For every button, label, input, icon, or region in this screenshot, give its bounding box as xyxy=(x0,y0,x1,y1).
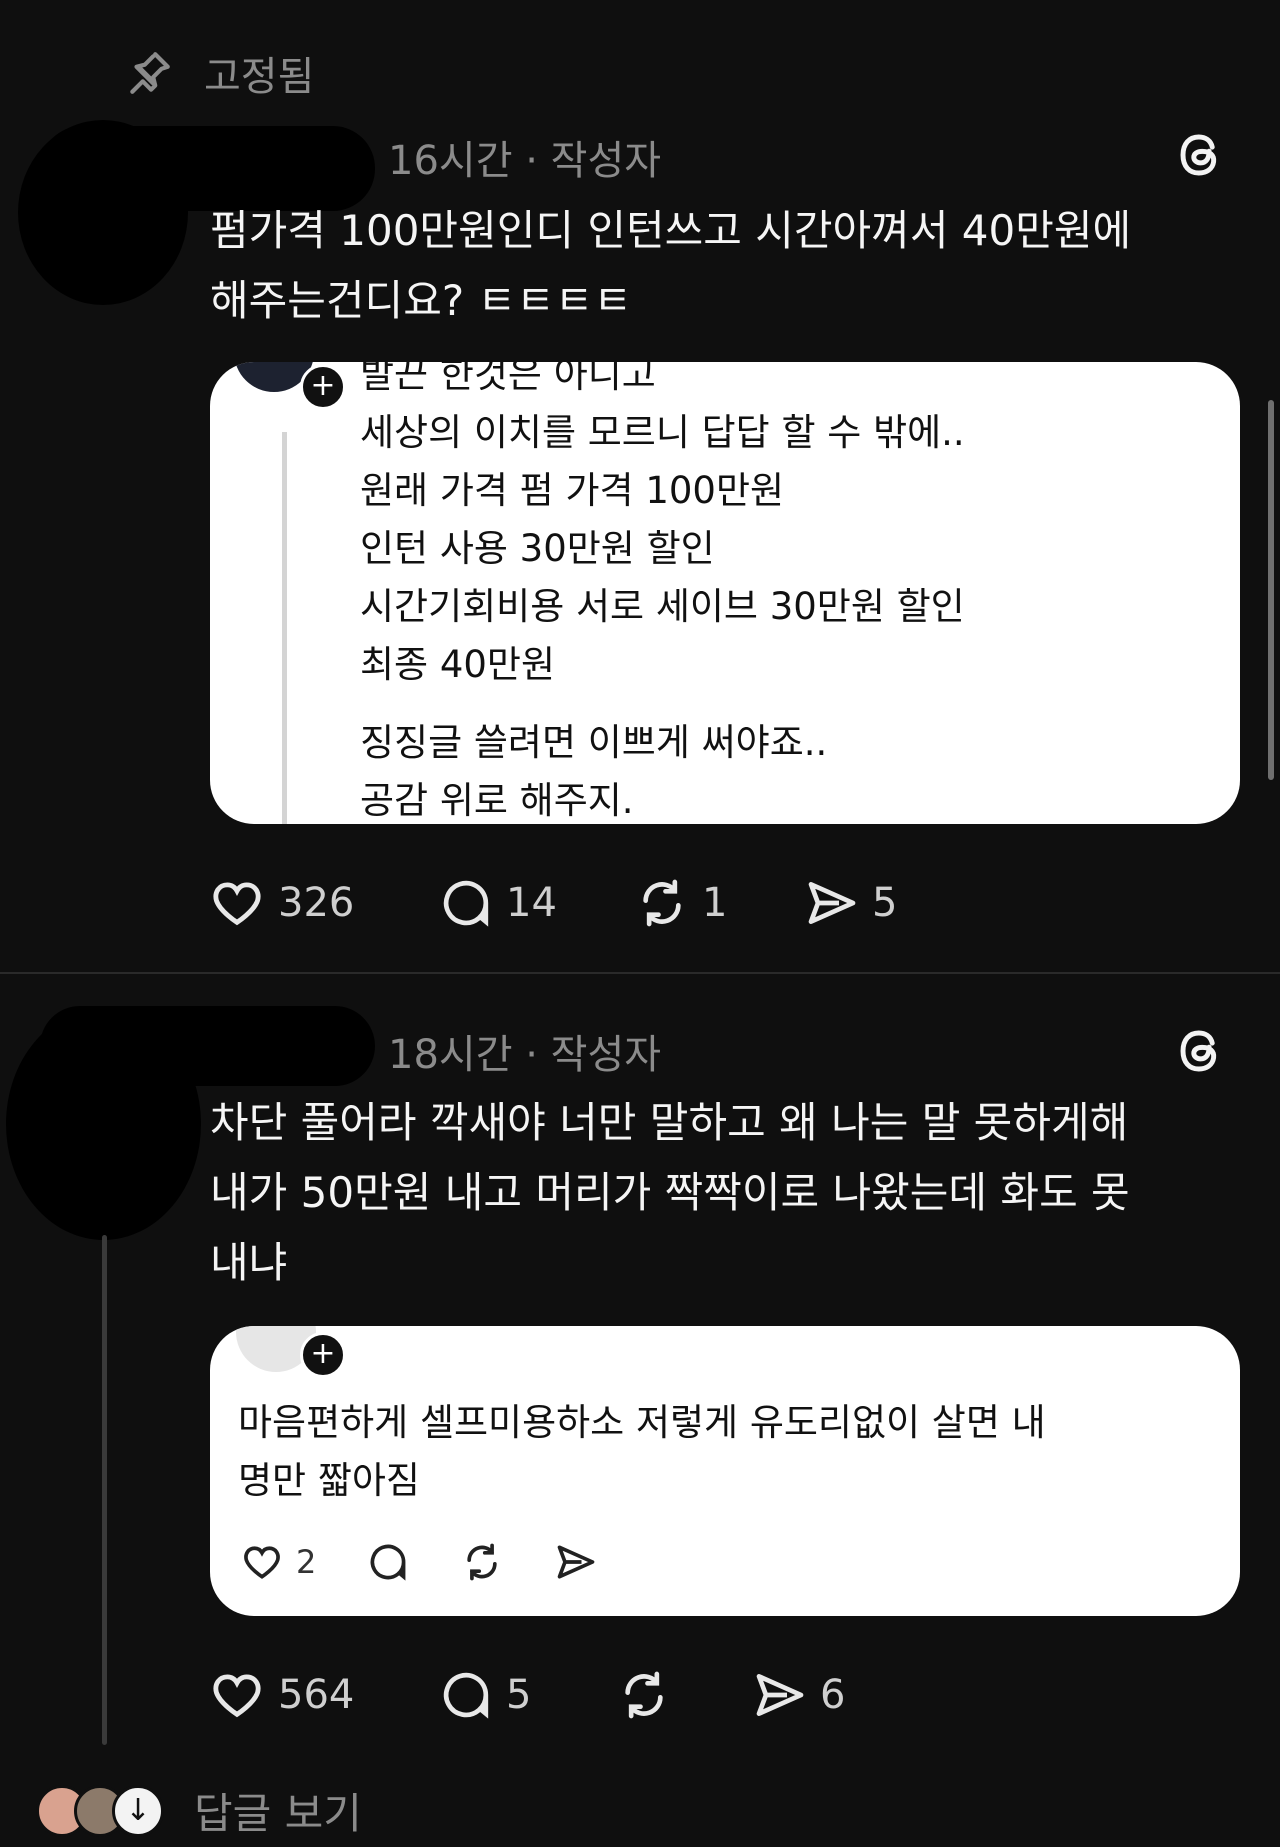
post-line: 내냐 xyxy=(210,1238,288,1287)
post-actions: 564 5 6 xyxy=(208,1666,845,1724)
comment-icon xyxy=(370,1544,406,1581)
quoted-screenshot[interactable]: + 발끈 한것은 아니고 세상의 이치를 모르니 답답 할 수 밖에.. 원래 … xyxy=(210,362,1240,824)
quote-partial-line: 발끈 한것은 아니고 xyxy=(360,362,656,396)
share-icon xyxy=(756,1674,804,1716)
post-body: 펌가격 100만원인디 인턴쓰고 시간아껴서 40만원에 해주는건디요? ㅌㅌㅌ… xyxy=(210,196,1220,336)
quote-like: 2 xyxy=(240,1540,316,1584)
heart-icon xyxy=(244,1546,280,1579)
heart-icon xyxy=(213,882,261,926)
view-replies-label[interactable]: 답글 보기 xyxy=(194,1780,362,1841)
repost-icon xyxy=(625,1671,663,1719)
arrow-down-icon: ↓ xyxy=(112,1784,164,1837)
quote-text: 마음편하게 셀프미용하소 저렇게 유도리없이 살면 내 명만 짧아짐 xyxy=(238,1394,1046,1510)
thread-line xyxy=(102,1235,107,1745)
reply-button[interactable]: 14 xyxy=(438,875,634,931)
heart-icon xyxy=(213,1674,261,1718)
share-count: 6 xyxy=(820,1672,846,1718)
quote-line: 징징글 쓸려면 이쁘게 써야죠.. xyxy=(360,721,828,764)
post-divider xyxy=(0,972,1280,974)
reply-button[interactable]: 5 xyxy=(438,1667,616,1723)
like-count: 326 xyxy=(278,880,355,926)
post-meta: 18시간 · 작성자 xyxy=(388,1032,662,1078)
quote-line: 마음편하게 셀프미용하소 저렇게 유도리없이 살면 내 xyxy=(238,1401,1046,1444)
quote-line: 시간기회비용 서로 세이브 30만원 할인 xyxy=(360,585,965,628)
reply-count: 14 xyxy=(506,880,557,926)
repost-icon xyxy=(643,879,681,927)
comment-icon xyxy=(443,1672,489,1719)
post-line: 내가 50만원 내고 머리가 짝짝이로 나왔는데 화도 못 xyxy=(210,1168,1130,1217)
quote-line: 공감 위로 해주지. xyxy=(360,779,634,822)
like-button[interactable]: 326 xyxy=(208,874,438,932)
post-line: 차단 풀어라 깍새야 너만 말하고 왜 나는 말 못하게해 xyxy=(210,1098,1129,1147)
comment-icon xyxy=(443,880,489,927)
quote-line: 인턴 사용 30만원 할인 xyxy=(360,527,715,570)
scrollbar[interactable] xyxy=(1268,400,1274,780)
repost-icon xyxy=(467,1543,498,1581)
repost-button[interactable] xyxy=(616,1667,752,1723)
share-count: 5 xyxy=(872,880,898,926)
share-icon xyxy=(808,882,856,924)
redacted-username xyxy=(40,1006,375,1086)
quote-line: 세상의 이치를 모르니 답답 할 수 밖에.. xyxy=(360,411,965,454)
plus-icon: + xyxy=(300,1332,346,1378)
like-count: 564 xyxy=(278,1672,355,1718)
view-replies-row[interactable]: ↓ 답글 보기 xyxy=(36,1780,362,1841)
quote-line: 명만 짧아짐 xyxy=(238,1459,420,1502)
threads-icon[interactable] xyxy=(1174,1024,1228,1078)
post-line: 펌가격 100만원인디 인턴쓰고 시간아껴서 40만원에 xyxy=(210,206,1132,255)
plus-icon: + xyxy=(300,364,346,410)
share-icon xyxy=(558,1545,595,1579)
repost-count: 1 xyxy=(702,880,728,926)
share-button[interactable]: 6 xyxy=(752,1667,845,1723)
post-actions: 326 14 1 5 xyxy=(208,874,897,932)
pinned-indicator: 고정됨 xyxy=(124,38,314,108)
quote-thread-line xyxy=(282,432,287,824)
post-line: 해주는건디요? ㅌㅌㅌㅌ xyxy=(210,276,633,325)
pin-icon xyxy=(130,52,170,94)
quote-line: 원래 가격 펌 가격 100만원 xyxy=(360,469,785,512)
share-button[interactable]: 5 xyxy=(804,875,897,931)
post-body: 차단 풀어라 깍새야 너만 말하고 왜 나는 말 못하게해 내가 50만원 내고… xyxy=(210,1088,1220,1298)
quoted-screenshot[interactable]: + 마음편하게 셀프미용하소 저렇게 유도리없이 살면 내 명만 짧아짐 2 xyxy=(210,1326,1240,1616)
post-meta: 16시간 · 작성자 xyxy=(388,138,662,184)
quote-text: 세상의 이치를 모르니 답답 할 수 밖에.. 원래 가격 펌 가격 100만원… xyxy=(360,404,965,824)
quote-actions: 2 xyxy=(240,1540,598,1584)
like-button[interactable]: 564 xyxy=(208,1666,438,1724)
quote-like-count: 2 xyxy=(296,1543,317,1581)
threads-icon[interactable] xyxy=(1174,128,1228,182)
quote-line: 최종 40만원 xyxy=(360,643,556,686)
reply-count: 5 xyxy=(506,1672,532,1718)
repost-button[interactable]: 1 xyxy=(634,875,804,931)
pinned-label: 고정됨 xyxy=(204,54,315,100)
